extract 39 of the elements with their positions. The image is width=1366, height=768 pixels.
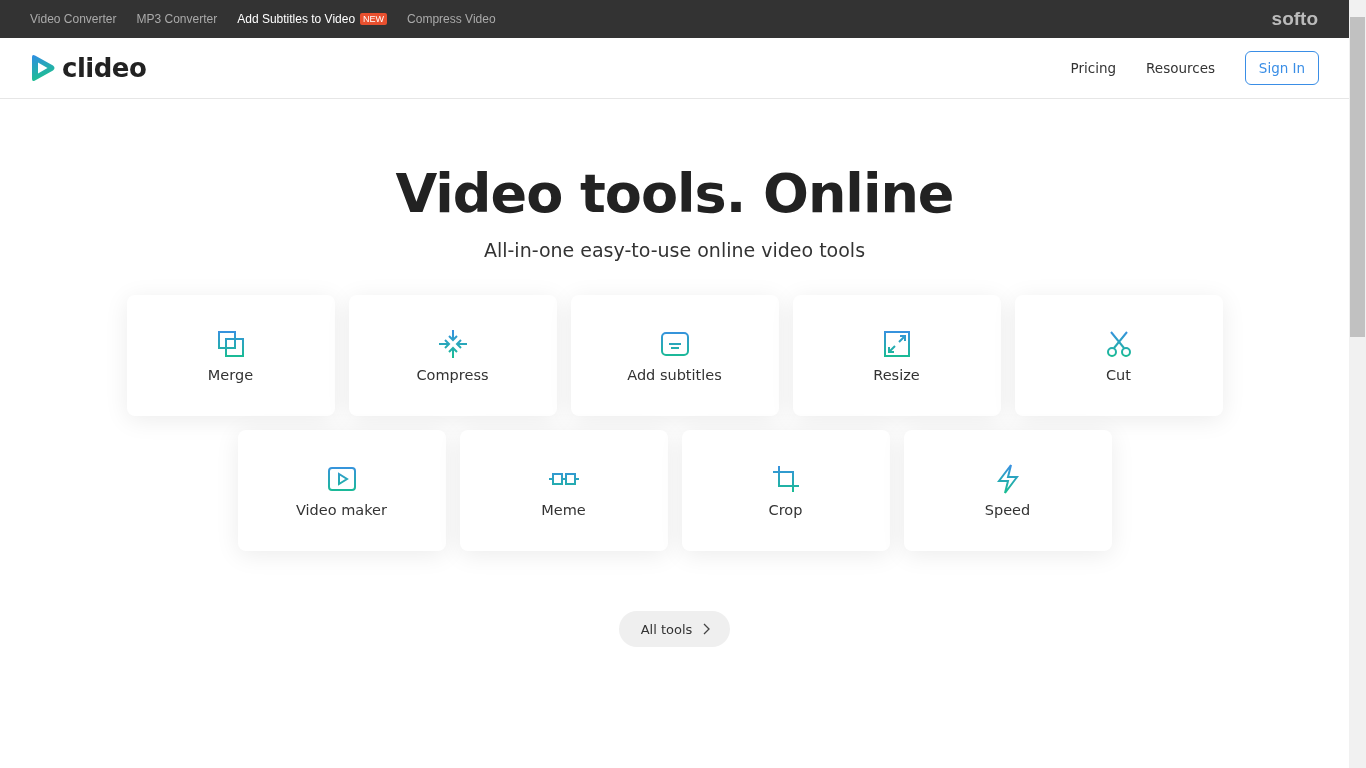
tool-card[interactable]: Compress (348, 295, 557, 416)
tool-card[interactable]: Crop (681, 430, 890, 551)
hero-subtitle: All-in-one easy-to-use online video tools (482, 239, 867, 261)
tool-label: Cut (1106, 366, 1131, 383)
tool-label: Resize (873, 366, 920, 383)
logo-wordmark[interactable]: clideo (62, 53, 147, 83)
top-nav-link[interactable]: Compress Video (407, 12, 496, 26)
top-nav-link[interactable]: Add Subtitles to Video NEW (237, 12, 388, 26)
tool-card[interactable]: Meme (459, 430, 668, 551)
inward-arrows-icon (437, 328, 468, 359)
overlapping-squares-icon (215, 328, 246, 359)
nav-link[interactable]: Pricing (1070, 60, 1117, 76)
tool-label: Meme (541, 501, 586, 518)
tool-card[interactable]: Merge (126, 295, 335, 416)
tool-card[interactable]: Cut (1014, 295, 1223, 416)
chevron-right-icon (702, 623, 711, 635)
nav-link[interactable]: Resources (1146, 60, 1215, 76)
brand-logo[interactable]: softo (1271, 8, 1318, 30)
tool-card[interactable]: Add subtitles (570, 295, 779, 416)
scrollbar[interactable] (1349, 0, 1366, 768)
tool-card[interactable]: Resize (792, 295, 1001, 416)
hero-title: Video tools. Online (394, 161, 955, 227)
scrollbar-thumb[interactable] (1350, 17, 1365, 337)
play-triangle-logo-icon[interactable] (30, 54, 56, 82)
new-badge: NEW (360, 13, 388, 25)
tool-card[interactable]: Speed (903, 430, 1112, 551)
tool-label: Crop (768, 501, 803, 518)
glasses-icon (548, 471, 579, 486)
tool-label: Merge (207, 366, 254, 383)
tool-label: Add subtitles (627, 366, 722, 383)
all-tools-button[interactable]: All tools (618, 611, 731, 647)
crop-icon (770, 463, 801, 494)
top-nav-link[interactable]: MP3 Converter (136, 12, 218, 26)
top-nav-link[interactable]: Video Converter (30, 12, 117, 26)
tool-label: Video maker (296, 501, 387, 518)
tool-label: Speed (984, 501, 1031, 518)
tool-card[interactable]: Video maker (237, 430, 446, 551)
expand-arrows-icon (881, 328, 912, 359)
tool-label: Compress (416, 366, 489, 383)
